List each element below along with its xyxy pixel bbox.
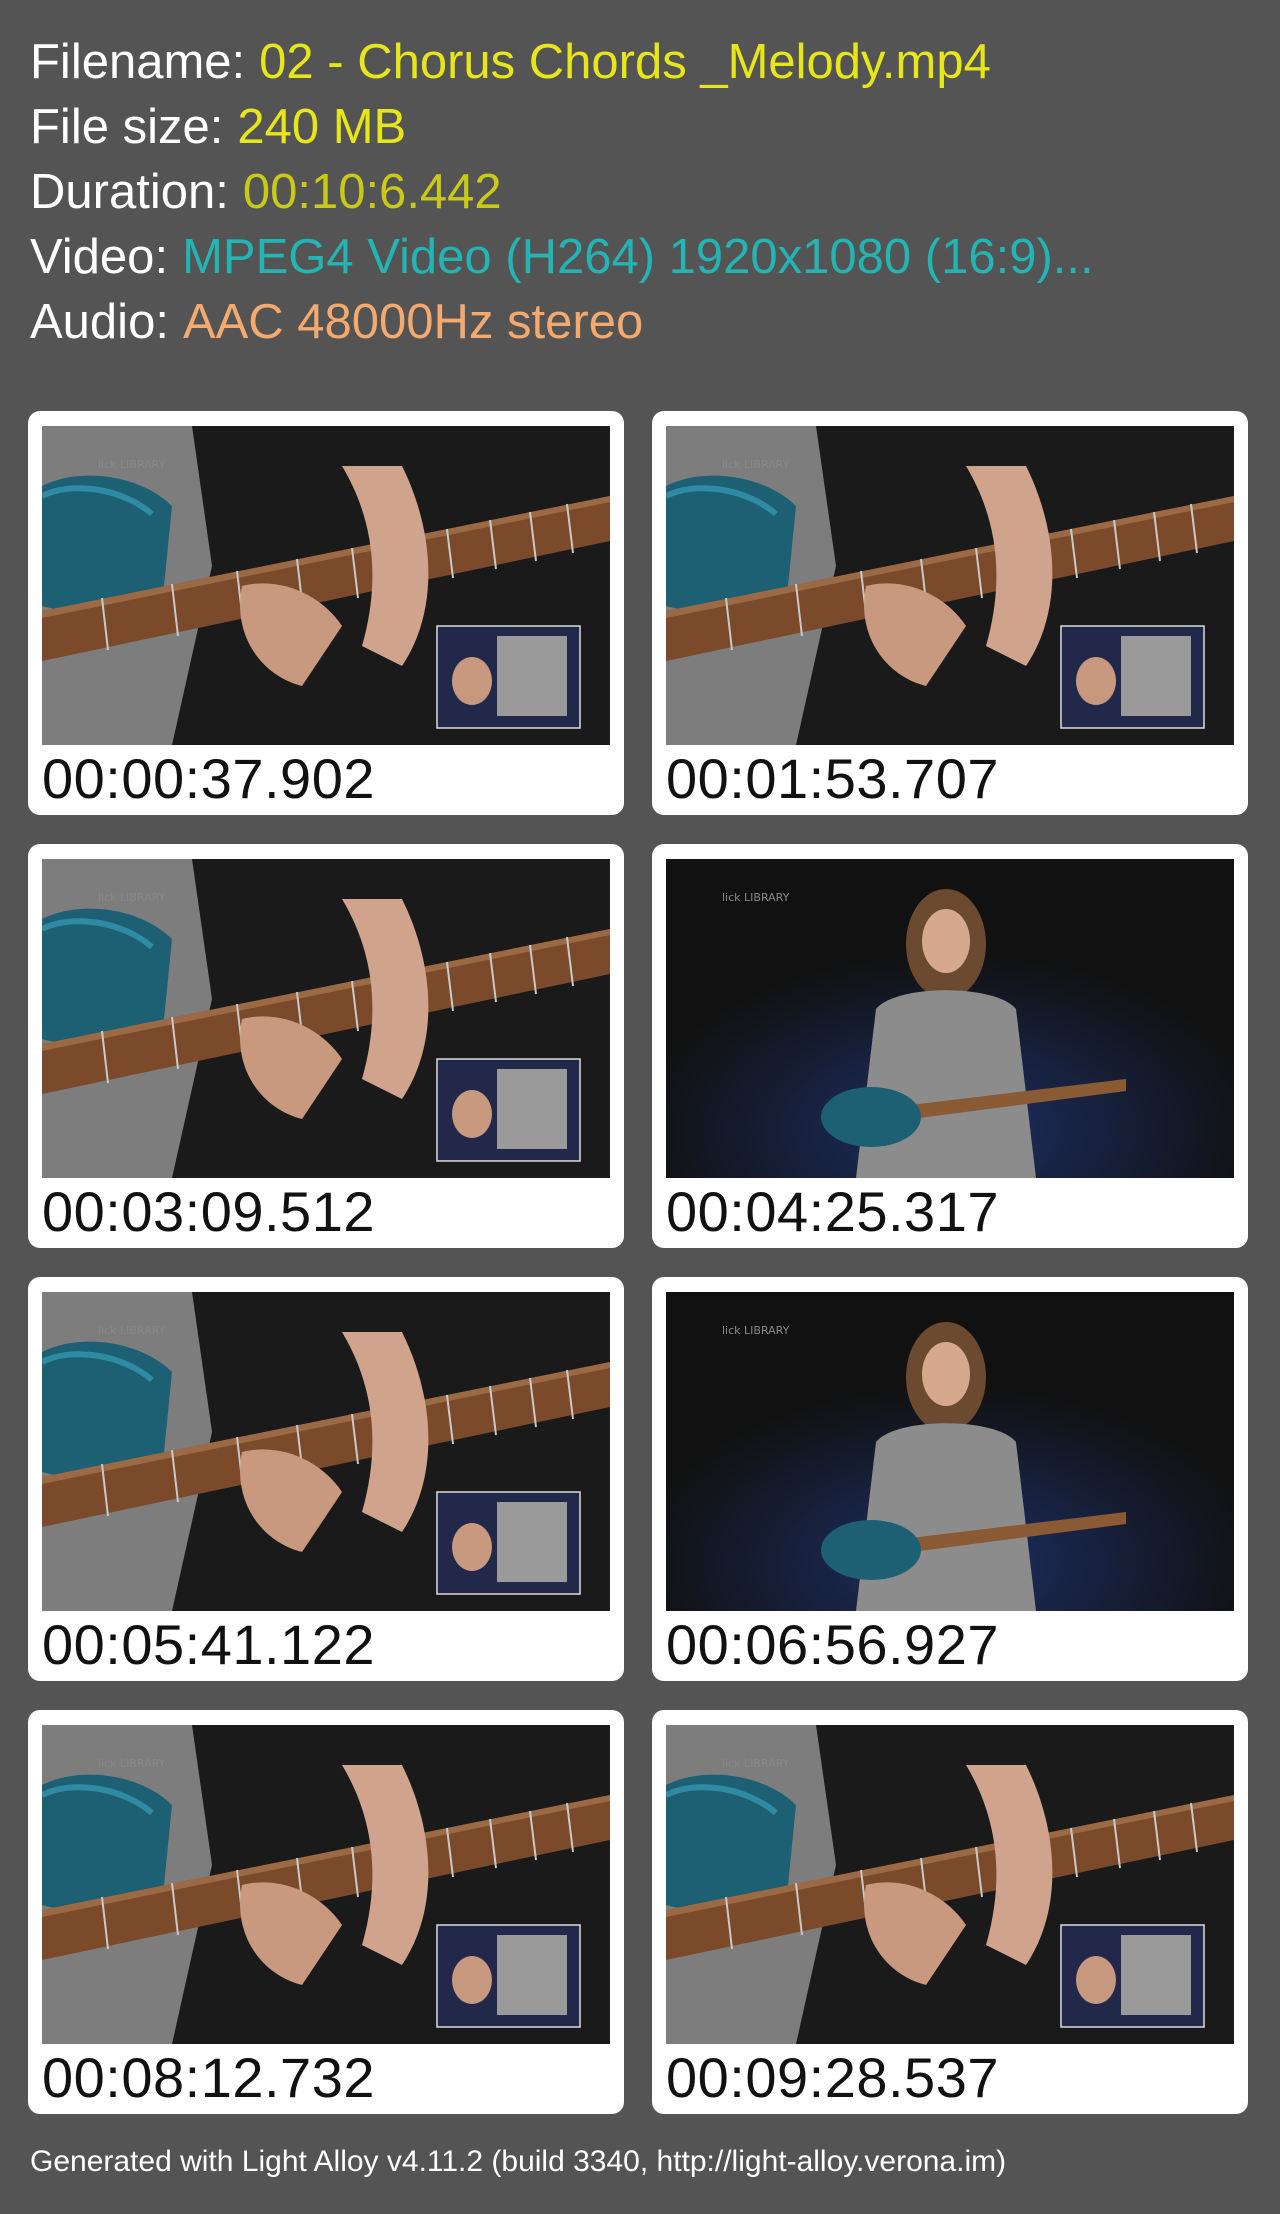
thumbnail-card[interactable]: lick LIBRARY 00:04:25.317 [652, 844, 1248, 1248]
video-row: Video: MPEG4 Video (H264) 1920x1080 (16:9… [30, 225, 1094, 290]
thumbnail-card[interactable]: lick LIBRARY 00:00:37.902 [28, 411, 624, 815]
audio-label: Audio: [30, 295, 169, 349]
svg-text:lick LIBRARY: lick LIBRARY [722, 891, 790, 904]
duration-row: Duration: 00:10:6.442 [30, 160, 1094, 225]
video-frame-thumbnail[interactable]: lick LIBRARY [42, 426, 610, 745]
frame-timestamp: 00:00:37.902 [42, 747, 375, 810]
generator-footer: Generated with Light Alloy v4.11.2 (buil… [30, 2145, 1007, 2178]
video-frame-thumbnail[interactable]: lick LIBRARY [666, 426, 1234, 745]
filesize-value: 240 MB [237, 100, 407, 154]
thumbnail-card[interactable]: lick LIBRARY 00:08:12.732 [28, 1710, 624, 2114]
frame-timestamp: 00:05:41.122 [42, 1613, 375, 1676]
svg-text:lick LIBRARY: lick LIBRARY [722, 1324, 790, 1337]
video-frame-thumbnail[interactable]: lick LIBRARY [42, 859, 610, 1178]
video-frame-thumbnail[interactable]: lick LIBRARY [42, 1725, 610, 2044]
thumbnail-card[interactable]: lick LIBRARY 00:05:41.122 [28, 1277, 624, 1681]
video-label: Video: [30, 230, 169, 284]
filesize-row: File size: 240 MB [30, 95, 1094, 160]
filename-row: Filename: 02 - Chorus Chords _Melody.mp4 [30, 30, 1094, 95]
svg-text:lick LIBRARY: lick LIBRARY [722, 458, 790, 471]
video-frame-thumbnail[interactable]: lick LIBRARY [42, 1292, 610, 1611]
svg-text:lick LIBRARY: lick LIBRARY [98, 891, 166, 904]
video-value: MPEG4 Video (H264) 1920x1080 (16:9)... [182, 230, 1094, 284]
frame-timestamp: 00:01:53.707 [666, 747, 999, 810]
audio-row: Audio: AAC 48000Hz stereo [30, 290, 1094, 355]
thumbnail-card[interactable]: lick LIBRARY 00:06:56.927 [652, 1277, 1248, 1681]
duration-value: 00:10:6.442 [242, 165, 502, 219]
filename-value: 02 - Chorus Chords _Melody.mp4 [259, 35, 991, 89]
svg-text:lick LIBRARY: lick LIBRARY [722, 1757, 790, 1770]
filename-label: Filename: [30, 35, 246, 89]
svg-text:lick LIBRARY: lick LIBRARY [98, 458, 166, 471]
media-info-panel: Filename: 02 - Chorus Chords _Melody.mp4 … [30, 30, 1094, 355]
frame-timestamp: 00:08:12.732 [42, 2046, 375, 2109]
video-frame-thumbnail[interactable]: lick LIBRARY [666, 859, 1234, 1178]
frame-timestamp: 00:04:25.317 [666, 1180, 999, 1243]
video-frame-thumbnail[interactable]: lick LIBRARY [666, 1292, 1234, 1611]
frame-timestamp: 00:06:56.927 [666, 1613, 999, 1676]
audio-value: AAC 48000Hz stereo [182, 295, 644, 349]
svg-text:lick LIBRARY: lick LIBRARY [98, 1757, 166, 1770]
frame-timestamp: 00:03:09.512 [42, 1180, 375, 1243]
thumbnail-card[interactable]: lick LIBRARY 00:03:09.512 [28, 844, 624, 1248]
svg-text:lick LIBRARY: lick LIBRARY [98, 1324, 166, 1337]
thumbnail-card[interactable]: lick LIBRARY 00:09:28.537 [652, 1710, 1248, 2114]
filesize-label: File size: [30, 100, 224, 154]
video-frame-thumbnail[interactable]: lick LIBRARY [666, 1725, 1234, 2044]
duration-label: Duration: [30, 165, 229, 219]
frame-timestamp: 00:09:28.537 [666, 2046, 999, 2109]
thumbnail-card[interactable]: lick LIBRARY 00:01:53.707 [652, 411, 1248, 815]
